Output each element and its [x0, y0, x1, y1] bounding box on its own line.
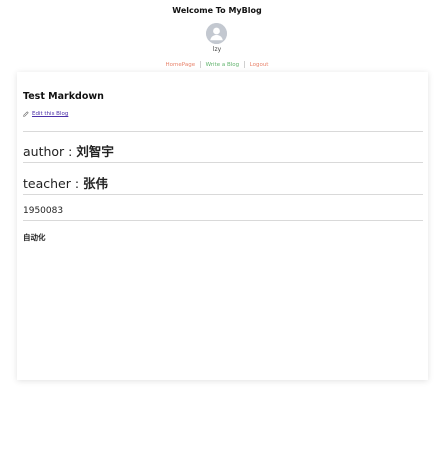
- username: lzy: [212, 46, 222, 53]
- nav-homepage-link[interactable]: HomePage: [166, 62, 196, 68]
- pencil-icon: [23, 111, 29, 117]
- divider: [23, 220, 423, 221]
- nav-write-blog-link[interactable]: Write a Blog: [206, 62, 240, 68]
- divider: [23, 131, 423, 132]
- teacher-label: teacher :: [23, 176, 84, 191]
- divider: [23, 194, 423, 195]
- teacher-heading: teacher : 张伟: [23, 173, 108, 192]
- author-label: author :: [23, 144, 77, 159]
- avatar[interactable]: [206, 23, 227, 44]
- teacher-name: 张伟: [83, 176, 109, 191]
- avatar-icon: [206, 23, 227, 44]
- divider: [23, 162, 423, 163]
- nav-divider: [243, 61, 245, 68]
- edit-blog-row: Edit this Blog: [23, 111, 68, 117]
- post-card: Test Markdown Edit this Blog author : 刘智…: [17, 72, 428, 380]
- post-title: Test Markdown: [23, 91, 104, 102]
- nav-logout-link[interactable]: Logout: [250, 62, 269, 68]
- nav-bar: HomePage Write a Blog Logout: [0, 61, 434, 68]
- edit-blog-link[interactable]: Edit this Blog: [32, 111, 68, 117]
- site-title: Welcome To MyBlog: [172, 6, 262, 15]
- author-heading: author : 刘智宇: [23, 141, 114, 160]
- student-number: 1950083: [23, 206, 64, 216]
- author-name: 刘智宇: [76, 144, 114, 159]
- major-text: 自动化: [23, 233, 46, 242]
- nav-divider: [199, 61, 201, 68]
